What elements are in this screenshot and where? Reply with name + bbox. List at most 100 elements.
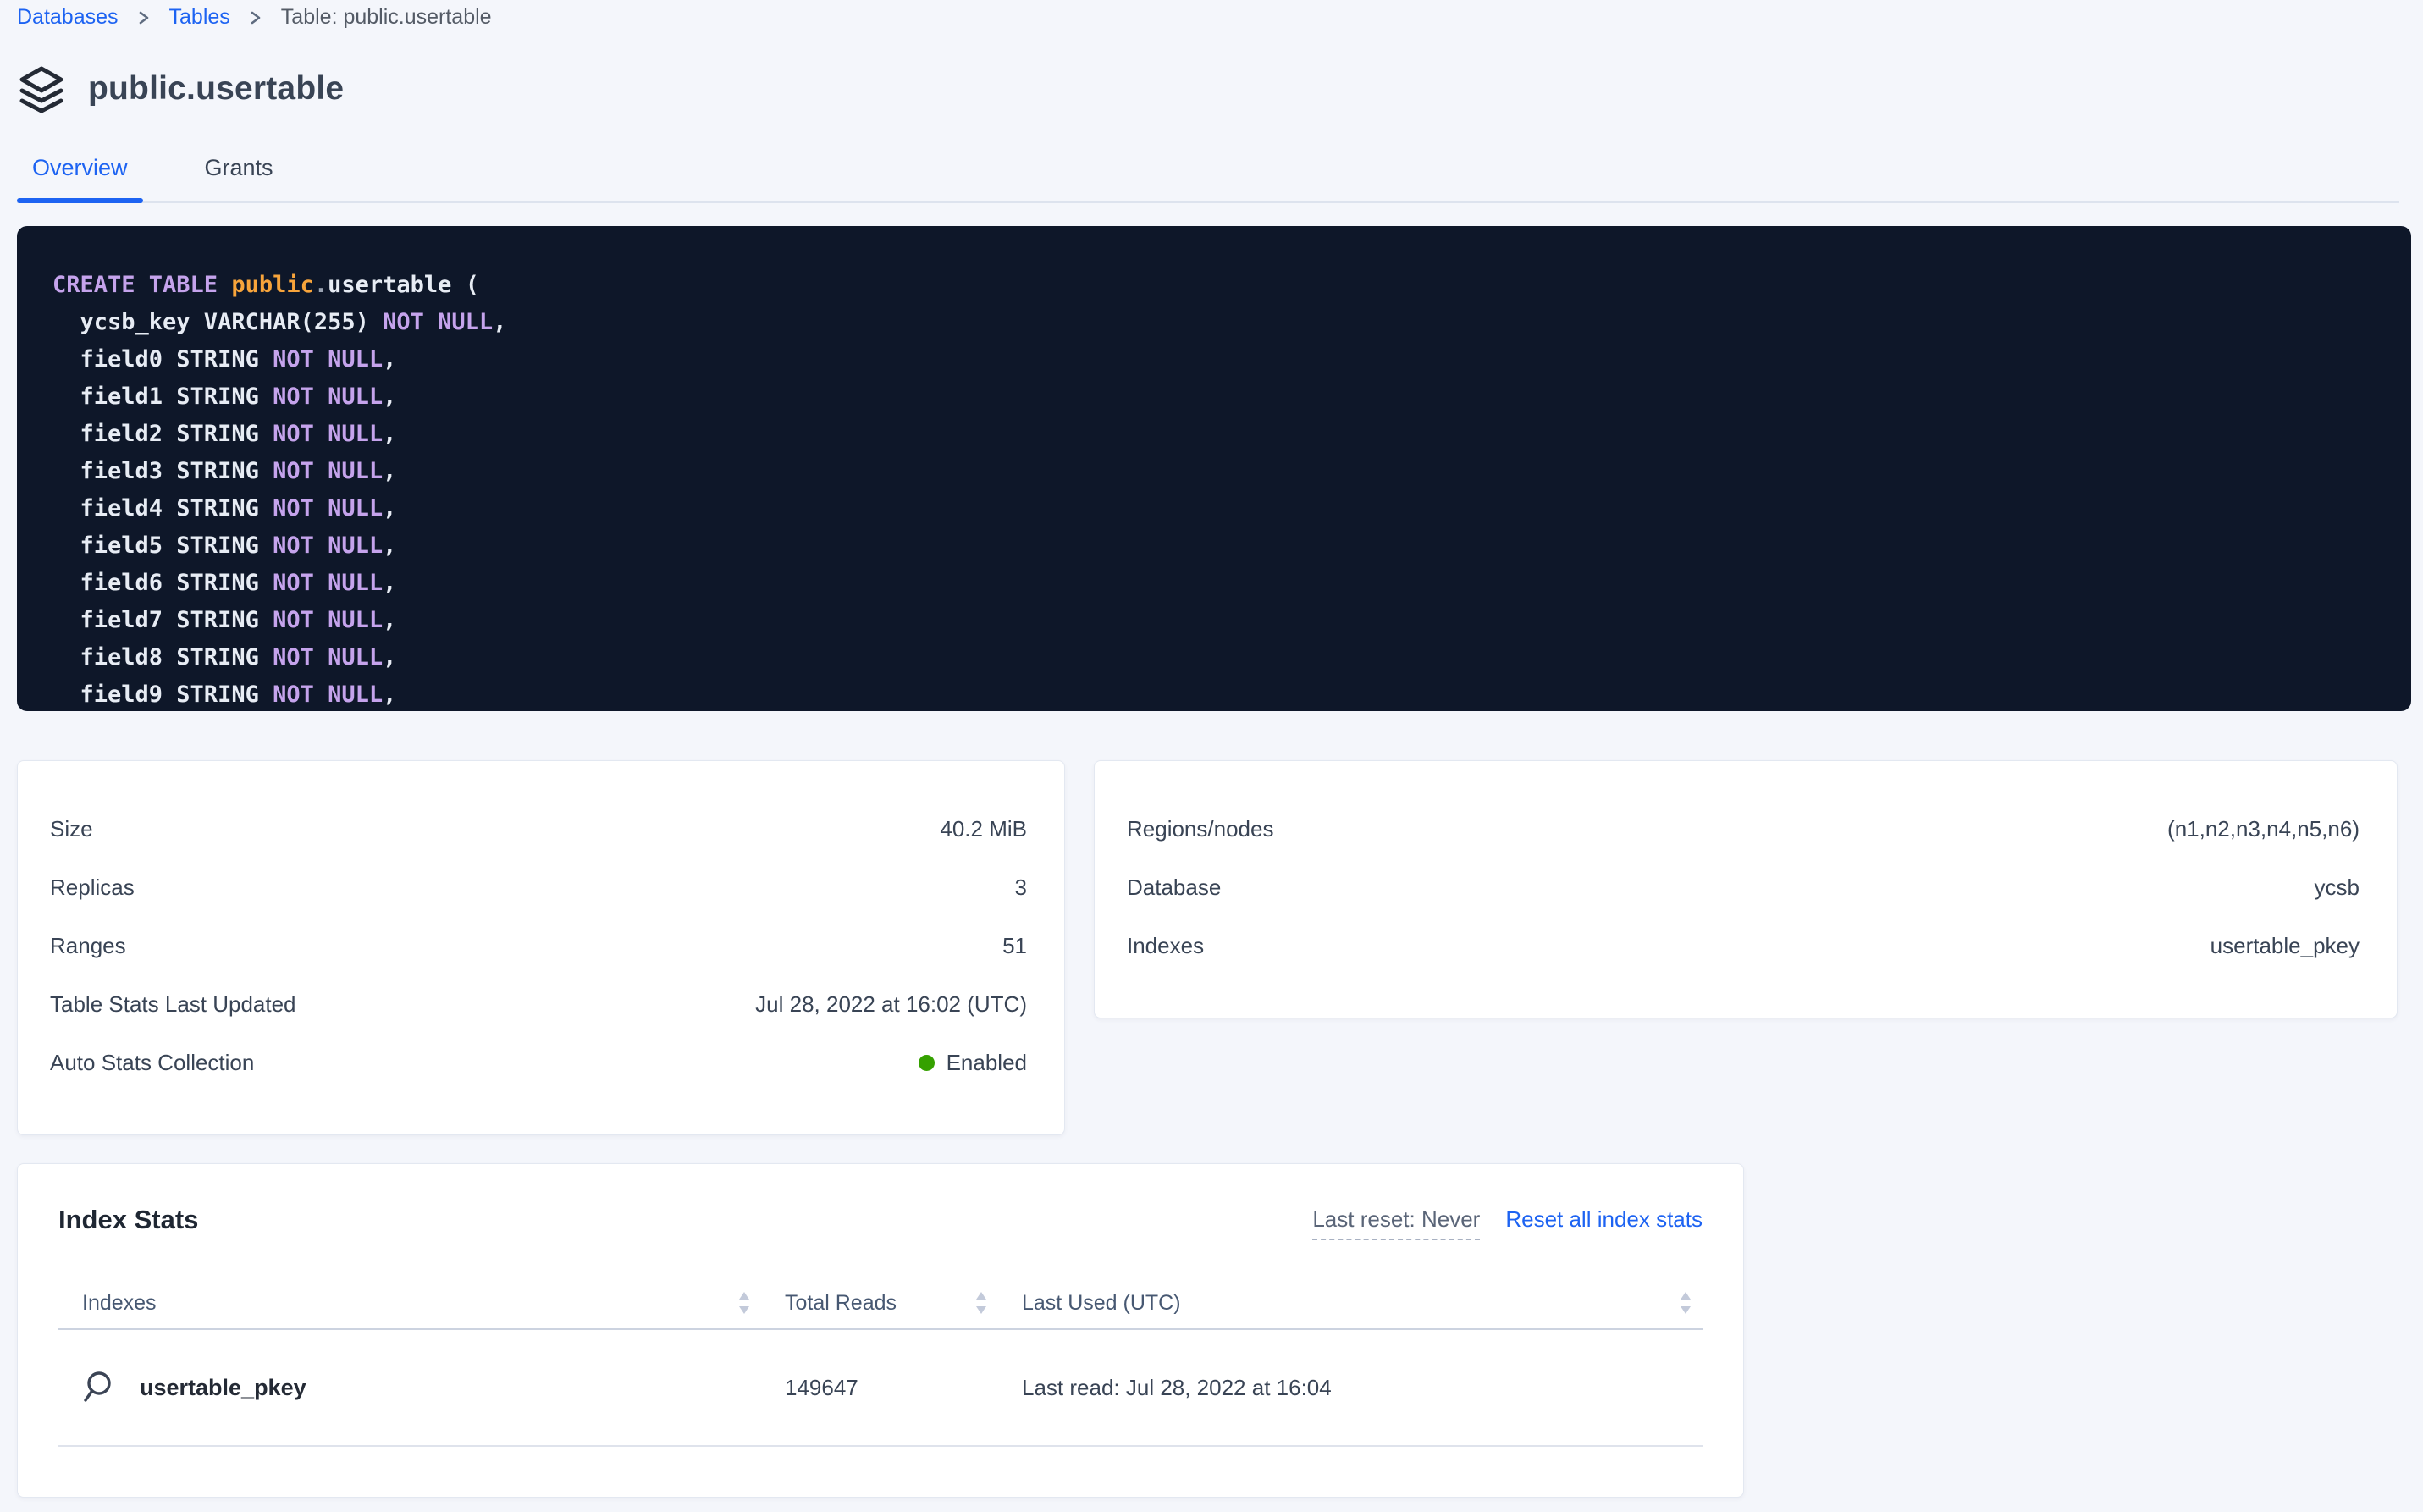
detail-value-text: ycsb: [2315, 875, 2360, 901]
sql-token: ,: [383, 495, 396, 521]
sort-arrows-icon: [974, 1290, 988, 1316]
detail-value: usertable_pkey: [2211, 933, 2360, 959]
detail-row-ranges: Ranges51: [50, 917, 1027, 975]
sql-token: NOT NULL: [273, 495, 383, 521]
sql-token: ,: [383, 533, 396, 559]
sql-token: NOT NULL: [273, 607, 383, 633]
sort-icon-wrap[interactable]: [974, 1290, 988, 1316]
sql-token: ,: [383, 682, 396, 708]
sql-line: field9 STRING NOT NULL,: [52, 676, 2377, 711]
sql-token: usertable (: [328, 272, 479, 298]
index-stats-title: Index Stats: [58, 1200, 198, 1235]
chevron-right-icon: [249, 8, 262, 28]
sql-token: NOT NULL: [383, 309, 493, 335]
sql-token: field8 STRING: [52, 644, 273, 670]
detail-value-text: 3: [1015, 875, 1027, 901]
sql-token: NOT NULL: [273, 570, 383, 596]
detail-value: 51: [1002, 933, 1027, 959]
sql-token: NOT NULL: [273, 346, 383, 372]
detail-value-text: usertable_pkey: [2211, 933, 2360, 959]
sql-token: ,: [383, 458, 396, 484]
detail-value-text: 51: [1002, 933, 1027, 959]
detail-row-auto-stats-collection: Auto Stats CollectionEnabled: [50, 1034, 1027, 1092]
sql-token: ,: [383, 421, 396, 447]
sql-token: CREATE TABLE: [52, 272, 231, 298]
tab-overview[interactable]: Overview: [17, 155, 143, 201]
detail-value: 3: [1015, 875, 1027, 901]
sql-line: field5 STRING NOT NULL,: [52, 527, 2377, 565]
sql-token: NOT NULL: [273, 421, 383, 447]
detail-row-replicas: Replicas 3: [50, 858, 1027, 917]
sql-line: field2 STRING NOT NULL,: [52, 416, 2377, 453]
detail-label: Replicas: [50, 875, 135, 901]
sort-arrows-icon: [737, 1290, 751, 1316]
sql-token: ,: [383, 346, 396, 372]
column-header-label: Indexes: [82, 1291, 157, 1316]
detail-label: Table Stats Last Updated: [50, 991, 296, 1018]
index-name-link[interactable]: usertable_pkey: [140, 1375, 306, 1401]
detail-value: Enabled: [919, 1050, 1027, 1076]
detail-value-text: Jul 28, 2022 at 16:02 (UTC): [755, 991, 1027, 1018]
sql-line: field6 STRING NOT NULL,: [52, 565, 2377, 602]
column-header-last-used-utc-[interactable]: Last Used (UTC): [998, 1290, 1703, 1316]
sql-token: NOT NULL: [273, 533, 383, 559]
detail-value-text: (n1,n2,n3,n4,n5,n6): [2167, 816, 2360, 842]
sql-token: NOT NULL: [273, 682, 383, 708]
sql-token: field1 STRING: [52, 384, 273, 410]
sql-token: NOT NULL: [273, 384, 383, 410]
column-header-total-reads[interactable]: Total Reads: [761, 1290, 998, 1316]
sql-token: ,: [383, 644, 396, 670]
total-reads-cell: 149647: [761, 1375, 998, 1401]
sql-token: ,: [493, 309, 506, 335]
sql-token: NOT NULL: [273, 644, 383, 670]
sql-line: field3 STRING NOT NULL,: [52, 453, 2377, 490]
sort-icon-wrap[interactable]: [1679, 1290, 1692, 1316]
create-table-sql-block: CREATE TABLE public.usertable ( ycsb_key…: [17, 226, 2411, 711]
sql-token: field6 STRING: [52, 570, 273, 596]
sql-token: field4 STRING: [52, 495, 273, 521]
sql-line: field8 STRING NOT NULL,: [52, 639, 2377, 676]
status-enabled-dot-icon: [919, 1055, 935, 1071]
detail-value: (n1,n2,n3,n4,n5,n6): [2167, 816, 2360, 842]
detail-label: Regions/nodes: [1127, 816, 1273, 842]
index-stats-table: Indexes Total Reads Last Used (UTC) userta…: [58, 1277, 1703, 1447]
breadcrumb: DatabasesTablesTable: public.usertable: [17, 0, 2423, 30]
table-header-row: Indexes Total Reads Last Used (UTC): [58, 1277, 1703, 1330]
column-header-label: Total Reads: [785, 1291, 897, 1316]
sql-line: field7 STRING NOT NULL,: [52, 602, 2377, 639]
page-header: public.usertable: [17, 63, 2423, 114]
column-header-label: Last Used (UTC): [1022, 1291, 1181, 1316]
sql-line: CREATE TABLE public.usertable (: [52, 267, 2377, 304]
sql-token: field5 STRING: [52, 533, 273, 559]
sql-token: field0 STRING: [52, 346, 273, 372]
table-layers-icon: [17, 63, 66, 114]
breadcrumb-link-databases[interactable]: Databases: [17, 5, 119, 30]
sort-icon-wrap[interactable]: [737, 1290, 751, 1316]
sql-token: public: [231, 272, 314, 298]
last-used-value: Last read: Jul 28, 2022 at 16:04: [1022, 1375, 1332, 1401]
breadcrumb-separator: [137, 8, 151, 28]
sql-token: field7 STRING: [52, 607, 273, 633]
page-title: public.usertable: [88, 70, 344, 108]
sql-line: field4 STRING NOT NULL,: [52, 490, 2377, 527]
detail-row-indexes: Indexesusertable_pkey: [1127, 917, 2360, 975]
tab-grants[interactable]: Grants: [190, 155, 289, 201]
breadcrumb-link-tables[interactable]: Tables: [169, 5, 230, 30]
detail-label: Database: [1127, 875, 1221, 901]
column-header-indexes[interactable]: Indexes: [58, 1290, 761, 1316]
detail-row-database: Database ycsb: [1127, 858, 2360, 917]
tabs-divider: [17, 201, 2399, 203]
index-name-cell: usertable_pkey: [58, 1370, 761, 1405]
detail-label: Size: [50, 816, 93, 842]
breadcrumb-separator: [249, 8, 262, 28]
sql-token: .: [314, 272, 328, 298]
table-row: usertable_pkey 149647 Last read: Jul 28, 2…: [58, 1330, 1703, 1447]
reset-index-stats-link[interactable]: Reset all index stats: [1505, 1206, 1703, 1233]
chevron-right-icon: [137, 8, 151, 28]
detail-value-text: 40.2 MiB: [940, 816, 1027, 842]
sql-line: ycsb_key VARCHAR(255) NOT NULL,: [52, 304, 2377, 341]
detail-row-regions-nodes: Regions/nodes (n1,n2,n3,n4,n5,n6): [1127, 800, 2360, 858]
sql-line: field0 STRING NOT NULL,: [52, 341, 2377, 378]
sql-token: field2 STRING: [52, 421, 273, 447]
sort-arrows-icon: [1679, 1290, 1692, 1316]
